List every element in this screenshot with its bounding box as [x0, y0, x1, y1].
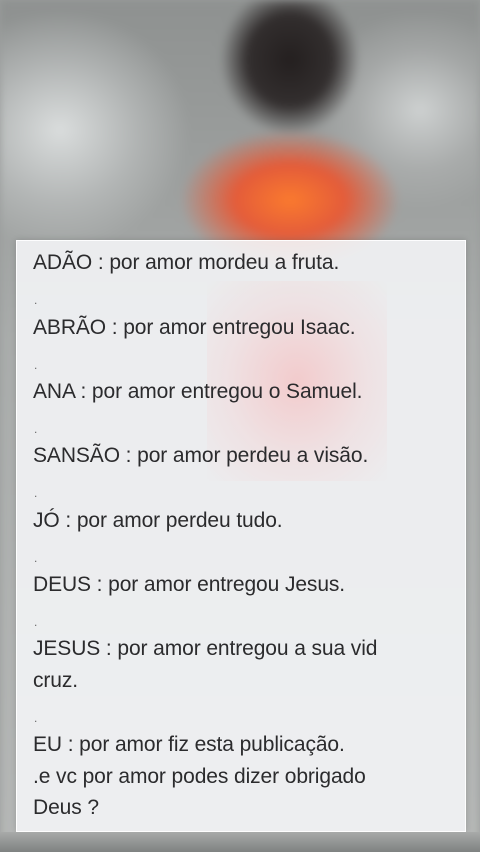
text-line-eu: EU : por amor fiz esta publicação.	[33, 733, 345, 756]
separator-dot: .	[34, 551, 38, 565]
text-card: ADÃO : por amor mordeu a fruta. . ABRÃO …	[16, 240, 466, 832]
text-line-abrao: ABRÃO : por amor entregou Isaac.	[33, 316, 356, 339]
text-line-ana: ANA : por amor entregou o Samuel.	[33, 380, 363, 403]
bottom-photo-strip	[0, 832, 480, 852]
text-line-obrigado: .e vc por amor podes dizer obrigado	[33, 765, 366, 788]
text-line-jesus-cont: cruz.	[33, 669, 79, 692]
separator-dot: .	[34, 711, 38, 725]
text-line-sansao: SANSÃO : por amor perdeu a visão.	[33, 444, 369, 467]
text-line-deus: DEUS : por amor entregou Jesus.	[33, 573, 346, 596]
separator-dot: .	[34, 615, 38, 629]
text-line-jo: JÓ : por amor perdeu tudo.	[33, 509, 283, 532]
separator-dot: .	[34, 486, 38, 500]
separator-dot: .	[34, 422, 38, 436]
text-line-deus-question: Deus ?	[33, 796, 99, 819]
separator-dot: .	[34, 358, 38, 372]
text-line-jesus: JESUS : por amor entregou a sua vid	[33, 637, 378, 660]
text-line-adao: ADÃO : por amor mordeu a fruta.	[33, 251, 340, 274]
separator-dot: .	[34, 293, 38, 307]
